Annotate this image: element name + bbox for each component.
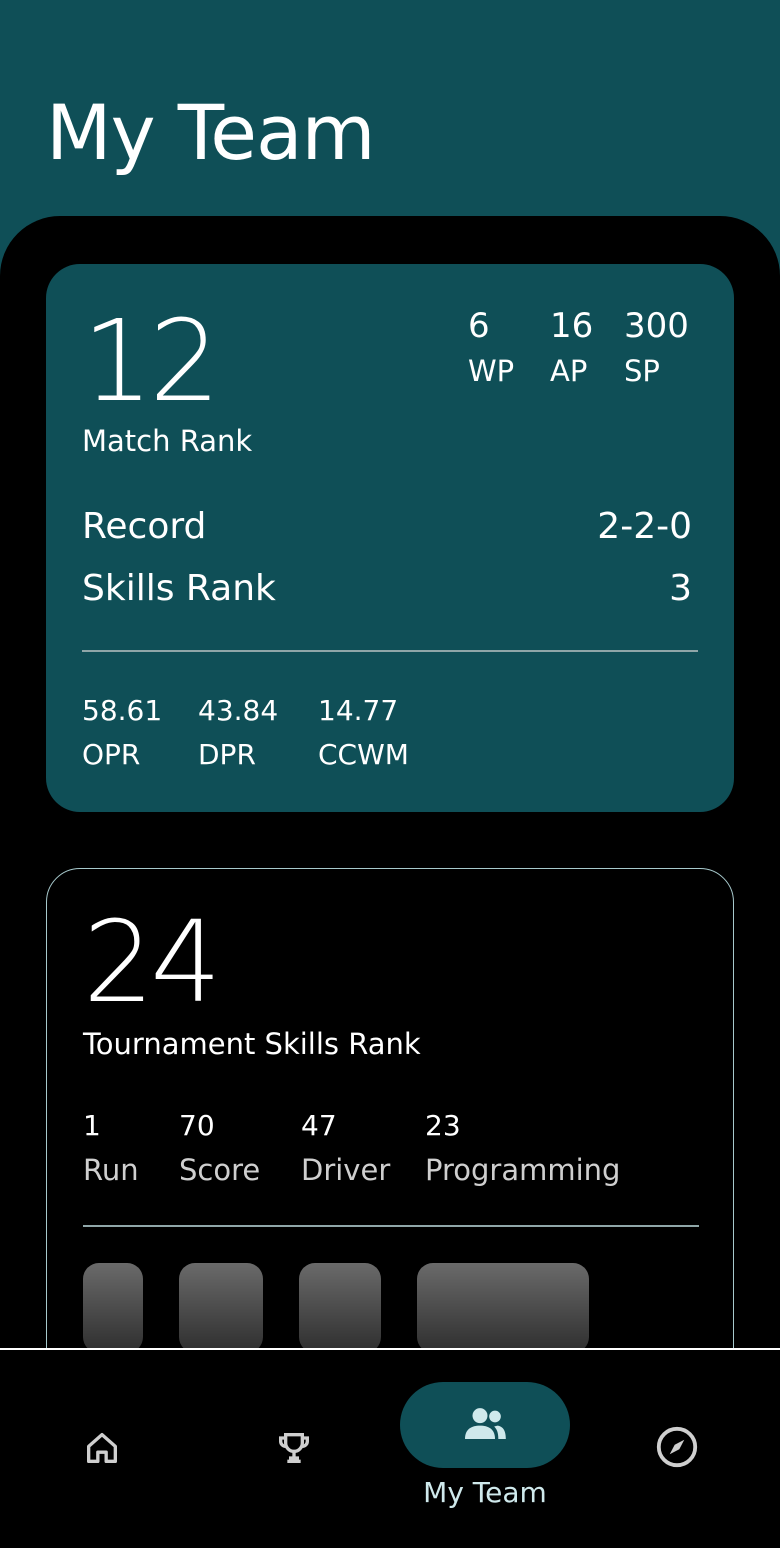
nav-tournaments[interactable] [230, 1350, 360, 1548]
match-rank-number: 12 [82, 297, 221, 427]
tournament-skills-card[interactable]: 24 Tournament Skills Rank 1 Run 70 Score… [46, 868, 734, 1428]
match-rank-label: Match Rank [82, 424, 253, 458]
nav-home[interactable] [40, 1350, 170, 1548]
tournament-skills-label: Tournament Skills Rank [83, 1027, 421, 1061]
compass-icon [656, 1426, 698, 1468]
divider [82, 650, 698, 652]
nav-explore[interactable] [610, 1350, 740, 1548]
driver-label: Driver [301, 1153, 391, 1187]
ap-label: AP [550, 354, 588, 388]
loading-placeholder [417, 1263, 589, 1353]
opr-value: 58.61 [82, 694, 163, 727]
team-icon [465, 1408, 506, 1439]
dpr-value: 43.84 [198, 694, 279, 727]
record-value: 2-2-0 [597, 506, 692, 547]
sp-label: SP [624, 354, 660, 388]
divider [83, 1225, 699, 1227]
programming-label: Programming [425, 1153, 621, 1187]
page-title: My Team [46, 88, 376, 177]
wp-value: 6 [468, 306, 490, 346]
match-rank-card[interactable]: 12 Match Rank 6 WP 16 AP 300 SP Record 2… [46, 264, 734, 812]
score-value: 70 [179, 1109, 215, 1142]
skills-rank-label: Skills Rank [82, 568, 276, 609]
dpr-label: DPR [198, 738, 256, 771]
nav-my-team[interactable] [400, 1382, 570, 1468]
skills-rank-value: 3 [669, 568, 692, 609]
score-label: Score [179, 1153, 261, 1187]
skills-rank-number: 24 [83, 898, 222, 1028]
wp-label: WP [468, 354, 515, 388]
ccwm-label: CCWM [318, 738, 409, 771]
ccwm-value: 14.77 [318, 694, 399, 727]
opr-label: OPR [82, 738, 141, 771]
run-value: 1 [83, 1109, 101, 1142]
trophy-icon [279, 1433, 309, 1463]
run-label: Run [83, 1153, 139, 1187]
loading-placeholder [179, 1263, 263, 1353]
nav-my-team-label[interactable]: My Team [400, 1476, 570, 1509]
loading-placeholder [83, 1263, 143, 1353]
programming-value: 23 [425, 1109, 461, 1142]
record-label: Record [82, 506, 207, 547]
sp-value: 300 [624, 306, 689, 346]
loading-placeholder [299, 1263, 381, 1353]
driver-value: 47 [301, 1109, 337, 1142]
bottom-navigation: My Team [0, 1348, 780, 1548]
home-icon [87, 1433, 118, 1463]
ap-value: 16 [550, 306, 594, 346]
